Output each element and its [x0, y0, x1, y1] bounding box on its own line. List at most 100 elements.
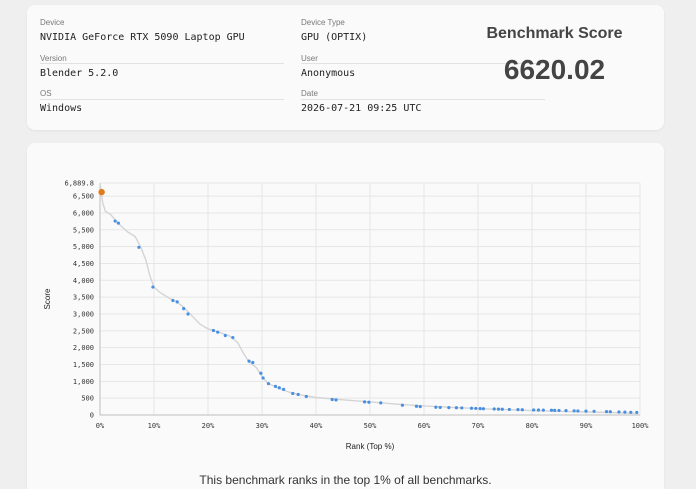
y-tick-label: 1,000 [73, 378, 94, 386]
data-point [379, 401, 383, 405]
data-point [296, 392, 300, 397]
y-tick-label: 4,000 [73, 277, 94, 285]
data-point [400, 403, 404, 407]
data-point [629, 410, 633, 414]
data-point [532, 408, 536, 412]
data-point [414, 404, 419, 408]
data-point [182, 306, 186, 311]
x-tick-label: 40% [310, 422, 323, 430]
y-tick-label: 3,500 [73, 294, 94, 302]
y-tick-label: 1,500 [73, 361, 94, 369]
data-point [460, 406, 464, 410]
data-point [282, 387, 286, 392]
benchmark-info-card: Device NVIDIA GeForce RTX 5090 Laptop GP… [27, 5, 664, 130]
x-tick-label: 10% [148, 422, 161, 430]
data-point [151, 285, 155, 289]
device-value: NVIDIA GeForce RTX 5090 Laptop GPU [40, 32, 245, 43]
x-tick-label: 70% [472, 422, 485, 430]
version-value: Blender 5.2.0 [40, 68, 119, 79]
data-point [564, 409, 568, 413]
data-point [572, 409, 576, 413]
device-field: Device NVIDIA GeForce RTX 5090 Laptop GP… [40, 18, 284, 64]
data-point [175, 300, 179, 304]
version-label: Version [40, 54, 67, 63]
y-tick-label: 3,000 [73, 310, 94, 318]
data-point [500, 407, 504, 411]
distribution-curve [99, 182, 635, 414]
y-tick-label: 4,500 [73, 260, 94, 268]
y-tick-label: 2,500 [73, 327, 94, 335]
data-point [330, 397, 334, 402]
data-point [116, 221, 120, 225]
date-value: 2026-07-21 09:25 UTC [301, 103, 422, 114]
version-field: Version Blender 5.2.0 [40, 54, 284, 100]
x-tick-label: 80% [526, 422, 539, 430]
data-point [291, 391, 295, 396]
data-point [186, 312, 190, 316]
data-point [367, 400, 371, 404]
data-point [273, 384, 278, 388]
score-value: 6620.02 [503, 54, 606, 85]
x-tick-label: 60% [418, 422, 431, 430]
data-point [496, 407, 501, 411]
x-tick-label: 90% [580, 422, 593, 430]
y-tick-label: 2,000 [73, 344, 94, 352]
os-value: Windows [40, 103, 83, 114]
score-distribution-chart: 0 500 1,000 1,500 2,000 2,500 3,000 3,500 4,000 4… [43, 180, 650, 452]
data-point [266, 382, 271, 386]
data-point [549, 408, 554, 412]
data-point [418, 404, 422, 409]
data-point [474, 406, 478, 411]
data-point [334, 398, 338, 402]
y-tick-label: 5,500 [73, 226, 94, 234]
data-point [617, 410, 621, 414]
data-point [171, 298, 175, 303]
data-point [520, 408, 524, 412]
data-point [492, 407, 496, 411]
data-point [557, 408, 561, 413]
x-tick-label: 100% [632, 422, 650, 430]
data-point [536, 408, 541, 412]
x-tick-label: 0% [96, 422, 105, 430]
os-label: OS [40, 89, 52, 98]
data-point [231, 335, 235, 340]
data-point [247, 359, 251, 363]
data-point [434, 405, 438, 409]
data-point [592, 409, 596, 413]
data-point [363, 400, 367, 404]
data-point [623, 410, 627, 414]
x-tick-label: 50% [364, 422, 377, 430]
date-field: Date 2026-07-21 09:25 UTC [301, 89, 545, 114]
data-point [137, 245, 141, 249]
y-tick-label: 6,500 [73, 193, 94, 201]
data-point [259, 371, 263, 375]
x-axis-title: Rank (Top %) [346, 442, 395, 451]
score-distribution-card: 0 500 1,000 1,500 2,000 2,500 3,000 3,500 4,000 4… [27, 143, 664, 489]
os-field: OS Windows [40, 89, 284, 114]
data-point [608, 410, 612, 414]
score-title: Benchmark Score [486, 25, 623, 42]
data-point [516, 408, 520, 412]
data-point [481, 407, 485, 411]
y-tick-label: 5,000 [73, 243, 94, 251]
data-point [604, 410, 609, 414]
data-point [447, 405, 451, 410]
data-point [277, 386, 281, 390]
data-point [469, 406, 474, 410]
data-point [438, 405, 442, 410]
data-point [216, 330, 220, 334]
data-point [454, 406, 458, 410]
data-point [251, 360, 255, 365]
rank-note: This benchmark ranks in the top 1% of al… [199, 473, 492, 487]
y-tick-label: 0 [90, 412, 94, 420]
data-point [507, 407, 511, 412]
x-tick-label: 30% [256, 422, 269, 430]
device-label: Device [40, 18, 65, 27]
data-point [584, 409, 588, 413]
data-point [261, 376, 265, 380]
data-point [576, 409, 580, 413]
data-point [304, 394, 308, 399]
y-tick-label: 6,000 [73, 209, 94, 217]
data-point [541, 408, 545, 412]
data-point [113, 219, 117, 223]
